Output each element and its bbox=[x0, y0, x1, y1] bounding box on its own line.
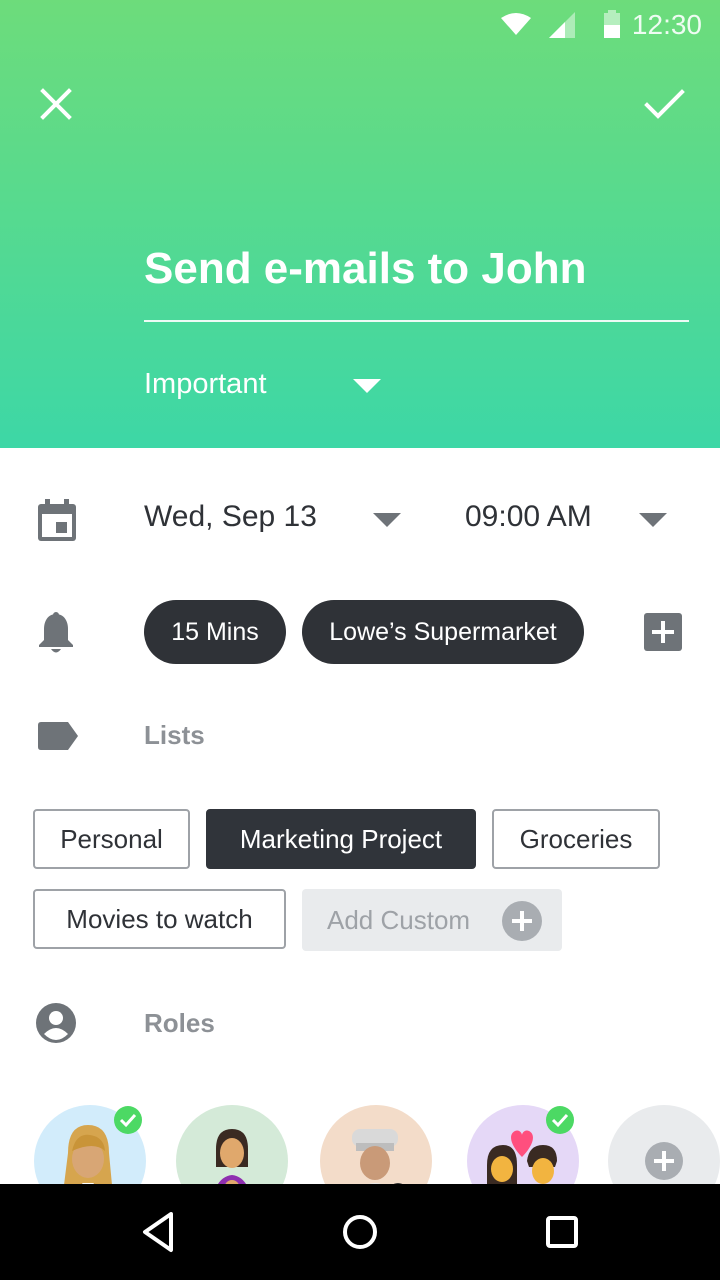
time-dropdown-icon[interactable] bbox=[638, 512, 668, 528]
date-value: Wed, Sep 13 bbox=[144, 500, 317, 533]
list-chip-movies-to-watch[interactable]: Movies to watch bbox=[33, 889, 286, 949]
location-chip[interactable]: Lowe’s Supermarket bbox=[302, 600, 584, 664]
list-chip-groceries[interactable]: Groceries bbox=[492, 809, 660, 869]
task-title-input[interactable]: Send e-mails to John bbox=[144, 244, 689, 322]
status-bar: 12:30 bbox=[0, 0, 720, 48]
header: 12:30 Send e-mails to John Important bbox=[0, 0, 720, 448]
priority-label: Important bbox=[144, 368, 267, 400]
bell-icon bbox=[39, 612, 73, 653]
status-time: 12:30 bbox=[631, 9, 702, 40]
check-icon[interactable] bbox=[642, 84, 686, 124]
caret-down-icon bbox=[353, 379, 381, 393]
add-reminder-icon[interactable] bbox=[644, 613, 682, 651]
task-title: Send e-mails to John bbox=[144, 244, 587, 293]
close-icon[interactable] bbox=[36, 84, 76, 124]
add-circle-icon bbox=[502, 901, 542, 941]
add-custom-list-button[interactable]: Add Custom bbox=[302, 889, 562, 951]
battery-icon bbox=[604, 10, 620, 38]
home-icon[interactable] bbox=[336, 1208, 384, 1256]
reminder-chip[interactable]: 15 Mins bbox=[144, 600, 286, 664]
add-custom-label: Add Custom bbox=[327, 905, 471, 935]
person-icon bbox=[36, 1003, 76, 1043]
calendar-icon bbox=[38, 499, 76, 541]
time-value: 09:00 AM bbox=[465, 500, 592, 533]
list-chip-personal[interactable]: Personal bbox=[33, 809, 190, 869]
date-dropdown-icon[interactable] bbox=[372, 512, 402, 528]
wifi-icon bbox=[501, 13, 531, 35]
label-tag-icon bbox=[38, 722, 78, 750]
selected-check-icon bbox=[546, 1106, 574, 1134]
back-icon[interactable] bbox=[135, 1208, 183, 1256]
system-nav-bar bbox=[0, 1184, 720, 1280]
priority-dropdown[interactable]: Important bbox=[144, 360, 394, 410]
roles-label: Roles bbox=[144, 1008, 215, 1038]
signal-icon bbox=[549, 12, 575, 38]
selected-check-icon bbox=[114, 1106, 142, 1134]
list-chip-marketing-project[interactable]: Marketing Project bbox=[206, 809, 476, 869]
lists-label: Lists bbox=[144, 720, 205, 750]
recents-icon[interactable] bbox=[538, 1208, 586, 1256]
